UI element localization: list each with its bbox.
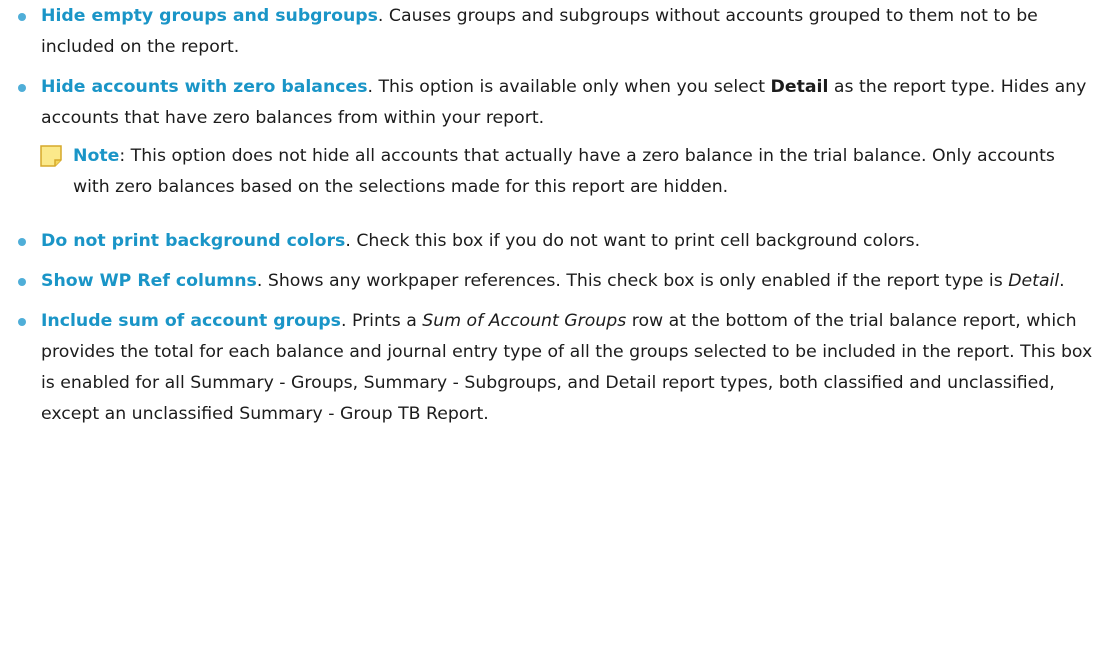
note-text: : This option does not hide all accounts… [73,146,1055,197]
option-list: Hide empty groups and subgroups. Causes … [0,0,1114,430]
option-term: Hide empty groups and subgroups [41,6,378,26]
list-item-sum-account-groups: Include sum of account groups. Prints a … [0,306,1114,430]
bold-text: Detail [770,77,829,97]
bullet-icon [18,318,26,326]
option-description: . [1059,271,1065,291]
bullet-icon [18,278,26,286]
sticky-note-icon [40,145,62,167]
list-item-no-background-colors: Do not print background colors. Check th… [0,226,1114,257]
option-term: Hide accounts with zero balances [41,77,368,97]
option-term: Include sum of account groups [41,311,341,331]
option-description: . Shows any workpaper references. This c… [256,271,1009,291]
italic-text: Sum of Account Groups [422,311,627,331]
note-label: Note [73,146,120,166]
list-item-hide-empty-groups: Hide empty groups and subgroups. Causes … [0,1,1114,63]
bullet-icon [18,84,26,92]
note-block: Note: This option does not hide all acco… [0,141,1114,203]
option-term: Do not print background colors [41,231,346,251]
option-description: . Check this box if you do not want to p… [345,231,921,251]
list-item-show-wp-ref: Show WP Ref columns. Shows any workpaper… [0,266,1114,297]
bullet-icon [18,13,26,21]
italic-text: Detail [1008,271,1060,291]
bullet-icon [18,238,26,246]
option-description: . Prints a [340,311,423,331]
option-description: . This option is available only when you… [367,77,771,97]
list-item-hide-zero-balances: Hide accounts with zero balances. This o… [0,72,1114,134]
option-term: Show WP Ref columns [41,271,257,291]
